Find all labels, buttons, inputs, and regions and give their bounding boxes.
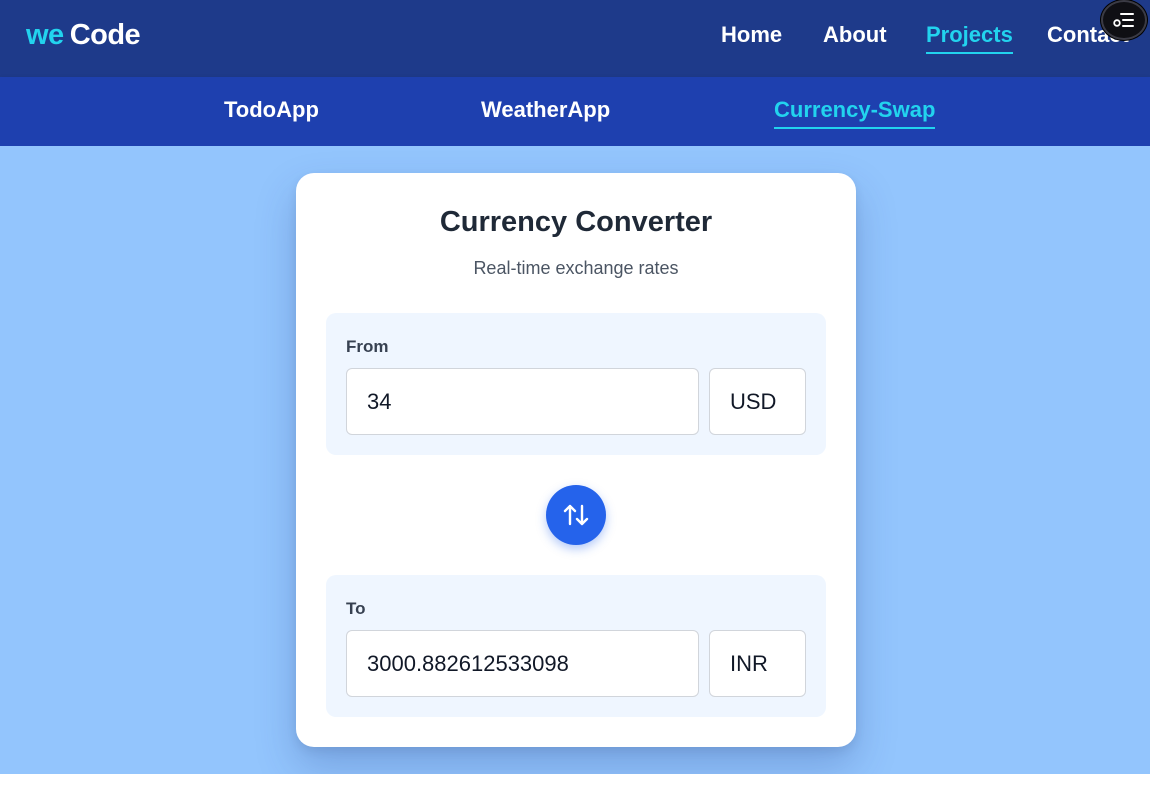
from-amount-input[interactable] — [346, 368, 699, 435]
main-content: Currency Converter Real-time exchange ra… — [0, 146, 1150, 774]
project-subnav: TodoApp WeatherApp Currency-Swap — [0, 77, 1150, 146]
footer-strip — [0, 774, 1150, 786]
subnav-link-currency-swap[interactable]: Currency-Swap — [774, 97, 936, 129]
converter-title: Currency Converter — [439, 206, 713, 238]
to-panel: To INR — [326, 575, 826, 717]
main-nav: Home About Projects Contact — [0, 22, 1150, 56]
to-currency-value: INR — [730, 650, 768, 676]
from-currency-select[interactable]: USD — [709, 368, 806, 435]
to-currency-select[interactable]: INR — [709, 630, 806, 697]
top-navbar: we Code Home About Projects Contact — [0, 0, 1150, 77]
nav-link-home[interactable]: Home — [721, 22, 782, 52]
subnav-link-todoapp[interactable]: TodoApp — [224, 97, 319, 127]
swap-arrows-icon — [563, 504, 589, 526]
menu-toggle-icon — [1113, 13, 1134, 27]
subnav-link-weatherapp[interactable]: WeatherApp — [481, 97, 610, 127]
to-amount-input[interactable] — [346, 630, 699, 697]
swap-button[interactable] — [546, 485, 606, 545]
to-label: To — [346, 599, 366, 618]
from-label: From — [346, 337, 389, 356]
from-panel: From USD — [326, 313, 826, 455]
menu-toggle-button[interactable] — [1101, 0, 1147, 40]
from-currency-value: USD — [730, 388, 777, 414]
nav-link-about[interactable]: About — [823, 22, 887, 52]
converter-subtitle: Real-time exchange rates — [473, 258, 679, 278]
nav-link-projects[interactable]: Projects — [926, 22, 1013, 54]
converter-card: Currency Converter Real-time exchange ra… — [296, 173, 856, 747]
